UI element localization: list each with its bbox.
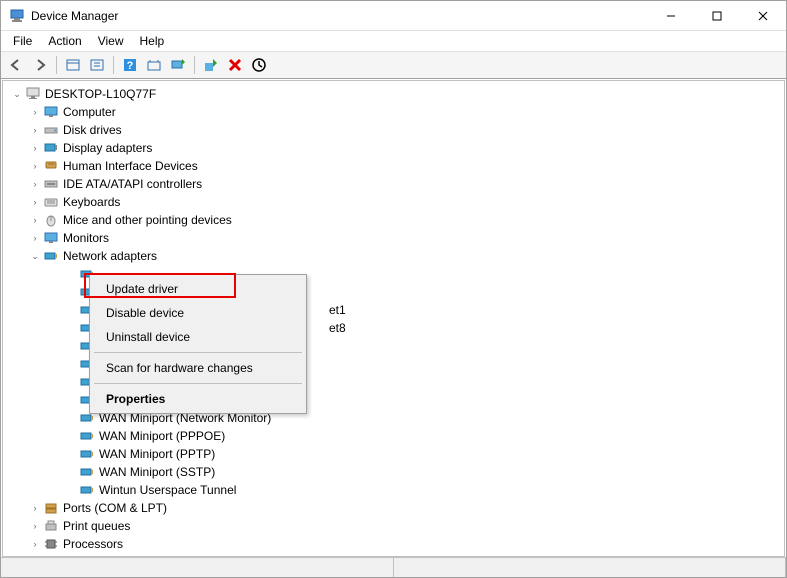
toolbar: ? — [1, 51, 786, 79]
tree-category-computer[interactable]: › Computer — [7, 103, 784, 121]
network-adapter-icon — [79, 464, 95, 480]
monitor-icon — [43, 230, 59, 246]
app-icon — [9, 8, 25, 24]
maximize-button[interactable] — [694, 1, 740, 31]
tree-label: Mice and other pointing devices — [63, 213, 232, 227]
network-adapter-icon — [43, 248, 59, 264]
chevron-right-icon[interactable]: › — [29, 196, 41, 208]
tree-category-mice[interactable]: › Mice and other pointing devices — [7, 211, 784, 229]
mouse-icon — [43, 212, 59, 228]
tree-label: Processors — [63, 537, 123, 551]
ide-icon — [43, 176, 59, 192]
tree-category-network[interactable]: ⌄ Network adapters — [7, 247, 784, 265]
context-menu-separator — [94, 383, 302, 384]
menu-file[interactable]: File — [5, 32, 40, 50]
tree-category-ports[interactable]: › Ports (COM & LPT) — [7, 499, 784, 517]
tree-root[interactable]: ⌄ DESKTOP-L10Q77F — [7, 85, 784, 103]
enable-device-button[interactable] — [200, 54, 222, 76]
tree-category-keyboards[interactable]: › Keyboards — [7, 193, 784, 211]
context-menu-properties[interactable]: Properties — [92, 387, 304, 411]
show-hide-console-button[interactable] — [62, 54, 84, 76]
titlebar: Device Manager — [1, 1, 786, 31]
context-menu-scan[interactable]: Scan for hardware changes — [92, 356, 304, 380]
tree-label: Monitors — [63, 231, 109, 245]
tree-label: Computer — [63, 105, 116, 119]
network-adapter-icon — [79, 428, 95, 444]
tree-label: Network adapters — [63, 249, 157, 263]
disable-device-button[interactable] — [248, 54, 270, 76]
tree-label: Ports (COM & LPT) — [63, 501, 167, 515]
processor-icon — [43, 536, 59, 552]
tree-category-monitors[interactable]: › Monitors — [7, 229, 784, 247]
tree-item-wintun[interactable]: Wintun Userspace Tunnel — [7, 481, 784, 499]
tree-label: DESKTOP-L10Q77F — [45, 87, 156, 101]
chevron-right-icon[interactable]: › — [29, 160, 41, 172]
tree-category-display[interactable]: › Display adapters — [7, 139, 784, 157]
ports-icon — [43, 500, 59, 516]
properties-button[interactable] — [86, 54, 108, 76]
tree-item-wan-pppoe[interactable]: WAN Miniport (PPPOE) — [7, 427, 784, 445]
chevron-right-icon[interactable]: › — [29, 538, 41, 550]
network-adapter-icon — [79, 446, 95, 462]
tree-item-wan-pptp[interactable]: WAN Miniport (PPTP) — [7, 445, 784, 463]
computer-icon — [25, 86, 41, 102]
statusbar-cell — [394, 558, 787, 577]
chevron-right-icon[interactable]: › — [29, 106, 41, 118]
tree-category-printq[interactable]: › Print queues — [7, 517, 784, 535]
tree-label: Disk drives — [63, 123, 122, 137]
chevron-right-icon[interactable]: › — [29, 502, 41, 514]
display-adapter-icon — [43, 140, 59, 156]
context-menu-uninstall-device[interactable]: Uninstall device — [92, 325, 304, 349]
tree-label: Display adapters — [63, 141, 152, 155]
chevron-right-icon[interactable]: › — [29, 520, 41, 532]
tree-label: IDE ATA/ATAPI controllers — [63, 177, 202, 191]
chevron-right-icon[interactable]: › — [29, 124, 41, 136]
tree-label: Wintun Userspace Tunnel — [99, 483, 236, 497]
tree-category-ide[interactable]: › IDE ATA/ATAPI controllers — [7, 175, 784, 193]
menu-view[interactable]: View — [90, 32, 132, 50]
tree-label: WAN Miniport (PPTP) — [99, 447, 215, 461]
menubar: File Action View Help — [1, 31, 786, 51]
tree-label: Keyboards — [63, 195, 120, 209]
forward-button[interactable] — [29, 54, 51, 76]
keyboard-icon — [43, 194, 59, 210]
menu-help[interactable]: Help — [132, 32, 173, 50]
chevron-down-icon[interactable]: ⌄ — [29, 250, 41, 262]
chevron-right-icon[interactable]: › — [29, 232, 41, 244]
context-menu-separator — [94, 352, 302, 353]
tree-label: Human Interface Devices — [63, 159, 198, 173]
context-menu-update-driver[interactable]: Update driver — [92, 277, 304, 301]
chevron-right-icon[interactable]: › — [29, 142, 41, 154]
svg-text:?: ? — [127, 60, 134, 72]
chevron-right-icon[interactable]: › — [29, 178, 41, 190]
help-button[interactable]: ? — [119, 54, 141, 76]
close-button[interactable] — [740, 1, 786, 31]
back-button[interactable] — [5, 54, 27, 76]
chevron-right-icon[interactable]: › — [29, 214, 41, 226]
printer-icon — [43, 518, 59, 534]
monitor-icon — [43, 104, 59, 120]
disk-icon — [43, 122, 59, 138]
context-menu: Update driver Disable device Uninstall d… — [89, 274, 307, 414]
statusbar-cell — [1, 558, 394, 577]
chevron-down-icon[interactable]: ⌄ — [11, 88, 23, 100]
uninstall-device-button[interactable] — [224, 54, 246, 76]
tree-label: Print queues — [63, 519, 130, 533]
menu-action[interactable]: Action — [40, 32, 89, 50]
tree-category-disk[interactable]: › Disk drives — [7, 121, 784, 139]
network-adapter-icon — [79, 482, 95, 498]
update-driver-button[interactable] — [167, 54, 189, 76]
statusbar — [1, 557, 786, 577]
tree-item-wan-sstp[interactable]: WAN Miniport (SSTP) — [7, 463, 784, 481]
context-menu-disable-device[interactable]: Disable device — [92, 301, 304, 325]
tree-label: WAN Miniport (SSTP) — [99, 465, 215, 479]
minimize-button[interactable] — [648, 1, 694, 31]
window-title: Device Manager — [31, 9, 648, 23]
scan-hardware-button[interactable] — [143, 54, 165, 76]
tree-category-processors[interactable]: › Processors — [7, 535, 784, 553]
tree-category-hid[interactable]: › Human Interface Devices — [7, 157, 784, 175]
hid-icon — [43, 158, 59, 174]
tree-label: WAN Miniport (PPPOE) — [99, 429, 225, 443]
